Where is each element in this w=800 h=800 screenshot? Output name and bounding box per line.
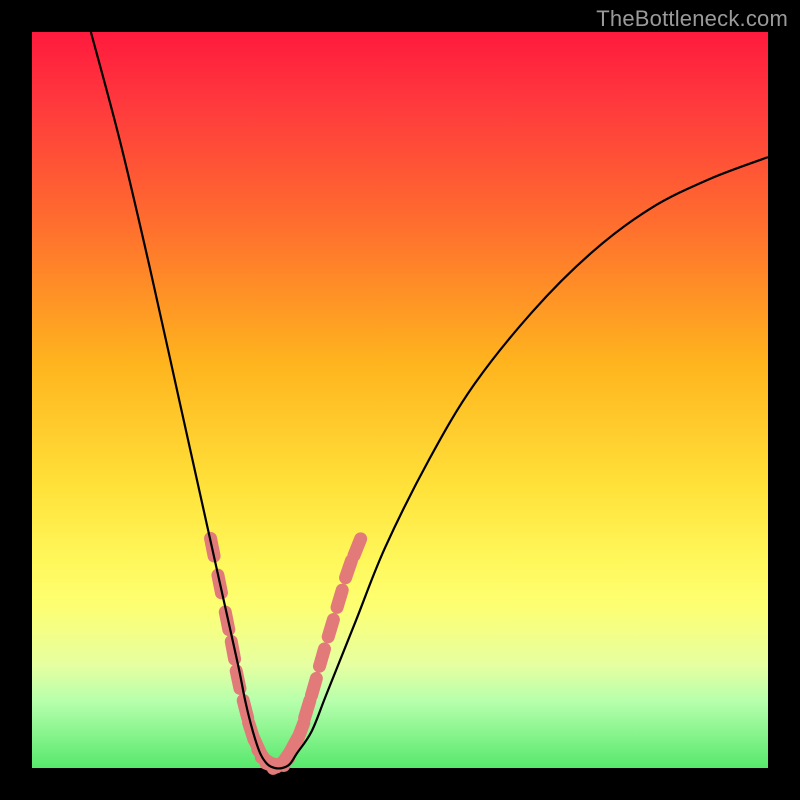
marker-group: [211, 538, 361, 768]
curve-marker: [328, 620, 333, 637]
curve-marker: [346, 561, 352, 578]
curve-marker: [337, 590, 342, 607]
curve-marker: [311, 678, 316, 695]
curve-marker: [319, 649, 324, 666]
bottleneck-curve-path: [91, 32, 768, 768]
chart-svg: [32, 32, 768, 768]
outer-frame: TheBottleneck.com: [0, 0, 800, 800]
watermark-text: TheBottleneck.com: [596, 6, 788, 32]
curve-marker: [305, 700, 310, 717]
curve-marker: [297, 723, 303, 740]
curve-marker: [354, 539, 361, 556]
